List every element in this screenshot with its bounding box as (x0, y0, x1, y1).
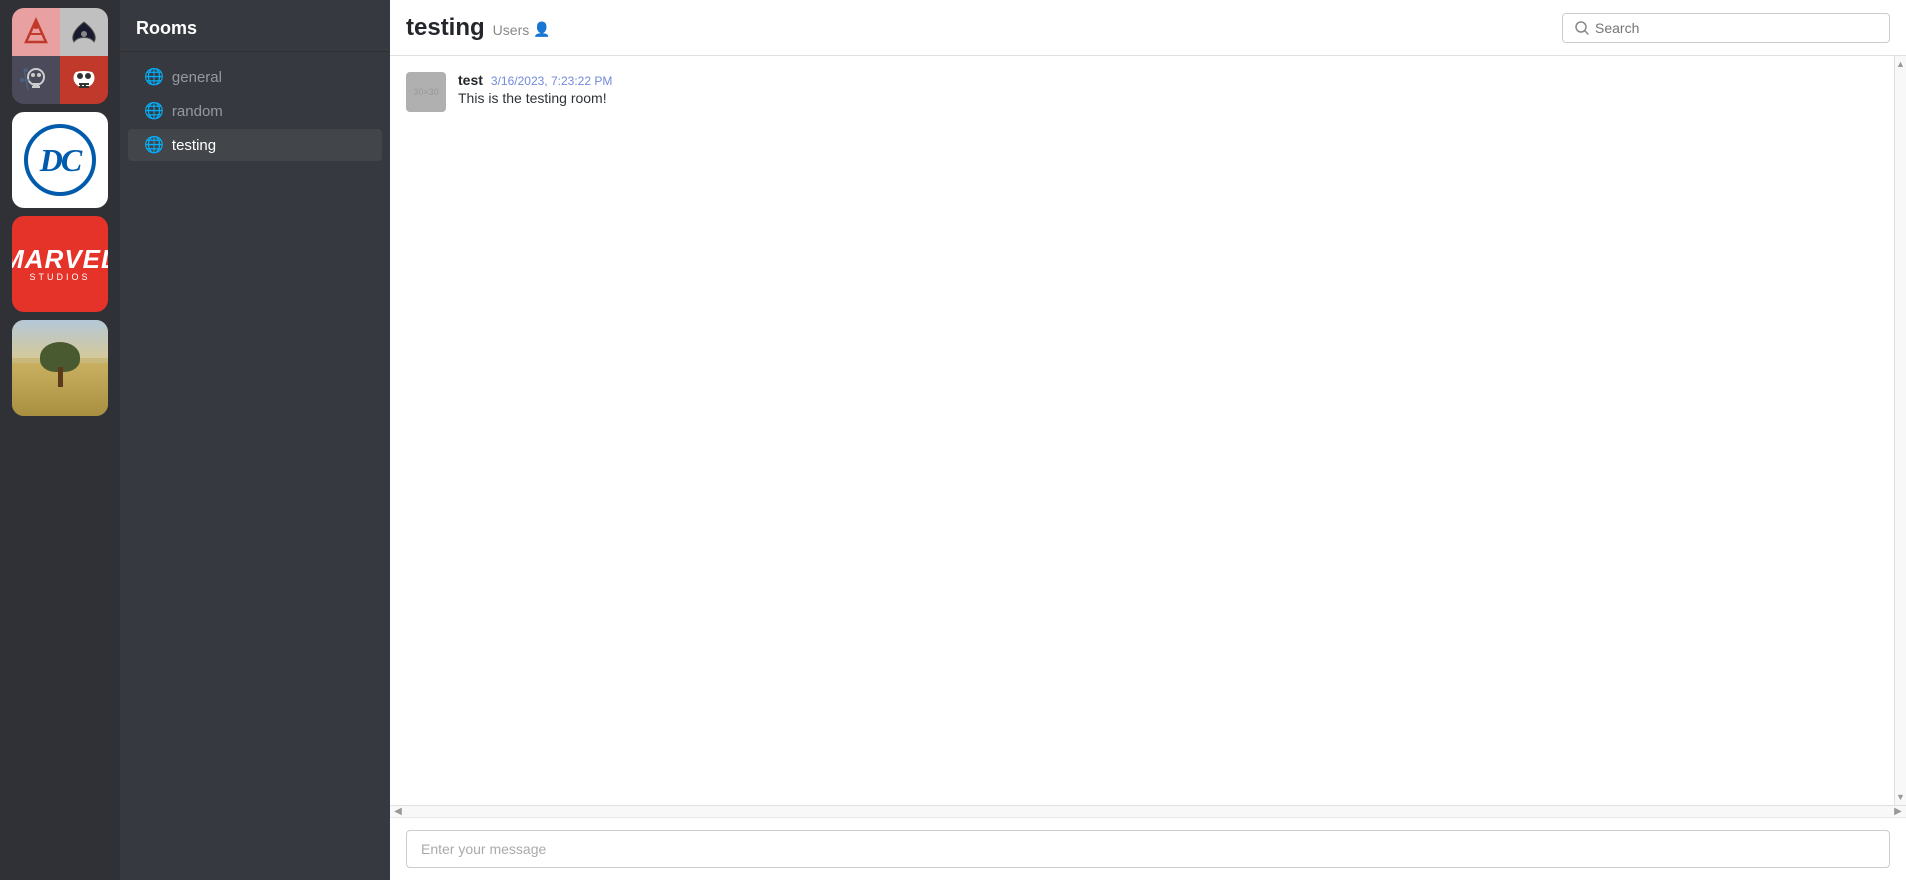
globe-icon-random: 🌐 (144, 101, 164, 121)
vertical-scrollbar[interactable]: ▲ ▼ (1894, 56, 1906, 805)
chat-header: testing Users 👤 (390, 0, 1906, 56)
rooms-list: 🌐 general 🌐 random 🌐 testing (120, 52, 390, 170)
scroll-left-arrow[interactable]: ◀ (392, 806, 404, 818)
anime-q3 (12, 56, 60, 104)
chat-title: testing (406, 14, 485, 42)
message-meta: test 3/16/2023, 7:23:22 PM (458, 72, 612, 88)
search-icon (1575, 21, 1589, 35)
chat-subtitle: Users 👤 (493, 21, 551, 38)
scroll-down-arrow[interactable]: ▼ (1895, 791, 1906, 803)
message-content: test 3/16/2023, 7:23:22 PM This is the t… (458, 72, 612, 106)
room-label-random: random (172, 103, 223, 120)
message-timestamp: 3/16/2023, 7:23:22 PM (491, 74, 612, 88)
message-row: 30×30 test 3/16/2023, 7:23:22 PM This is… (390, 68, 1906, 116)
room-item-general[interactable]: 🌐 general (128, 61, 382, 93)
search-box[interactable] (1562, 13, 1890, 43)
workspace-column: DC MARVEL STUDIOS (0, 0, 120, 880)
workspace-anime-icon[interactable] (12, 8, 108, 104)
scroll-right-arrow[interactable]: ▶ (1892, 806, 1904, 818)
user-icon: 👤 (533, 21, 550, 38)
message-text: This is the testing room! (458, 90, 612, 106)
room-item-random[interactable]: 🌐 random (128, 95, 382, 127)
nature-tree (40, 342, 80, 387)
anime-q2 (60, 8, 108, 56)
marvel-logo-text: MARVEL (12, 246, 108, 272)
search-input[interactable] (1595, 20, 1877, 36)
avatar-size-label: 30×30 (413, 87, 438, 97)
workspace-dc-icon[interactable]: DC (12, 112, 108, 208)
anime-q1 (12, 8, 60, 56)
dc-logo-circle: DC (24, 124, 96, 196)
dc-logo-text: DC (40, 142, 80, 179)
room-label-testing: testing (172, 137, 216, 154)
room-item-testing[interactable]: 🌐 testing (128, 129, 382, 161)
workspace-marvel-icon[interactable]: MARVEL STUDIOS (12, 216, 108, 312)
rooms-column: Rooms 🌐 general 🌐 random 🌐 testing (120, 0, 390, 880)
messages-area: ▲ ▼ 30×30 test 3/16/2023, 7:23:22 PM Thi… (390, 56, 1906, 805)
message-input[interactable] (406, 830, 1890, 868)
globe-icon-general: 🌐 (144, 67, 164, 87)
workspace-nature-icon[interactable] (12, 320, 108, 416)
avatar: 30×30 (406, 72, 446, 112)
tree-trunk (58, 367, 63, 387)
rooms-header: Rooms (120, 0, 390, 52)
message-input-area (390, 817, 1906, 880)
chat-title-area: testing Users 👤 (406, 14, 551, 42)
main-chat-area: testing Users 👤 ▲ ▼ 30×30 (390, 0, 1906, 880)
users-label: Users (493, 22, 530, 38)
marvel-studios-text: STUDIOS (29, 272, 90, 282)
scroll-up-arrow[interactable]: ▲ (1895, 58, 1906, 70)
horizontal-scrollbar[interactable]: ◀ ▶ (390, 805, 1906, 817)
globe-icon-testing: 🌐 (144, 135, 164, 155)
room-label-general: general (172, 69, 222, 86)
anime-q4 (60, 56, 108, 104)
message-author: test (458, 72, 483, 88)
